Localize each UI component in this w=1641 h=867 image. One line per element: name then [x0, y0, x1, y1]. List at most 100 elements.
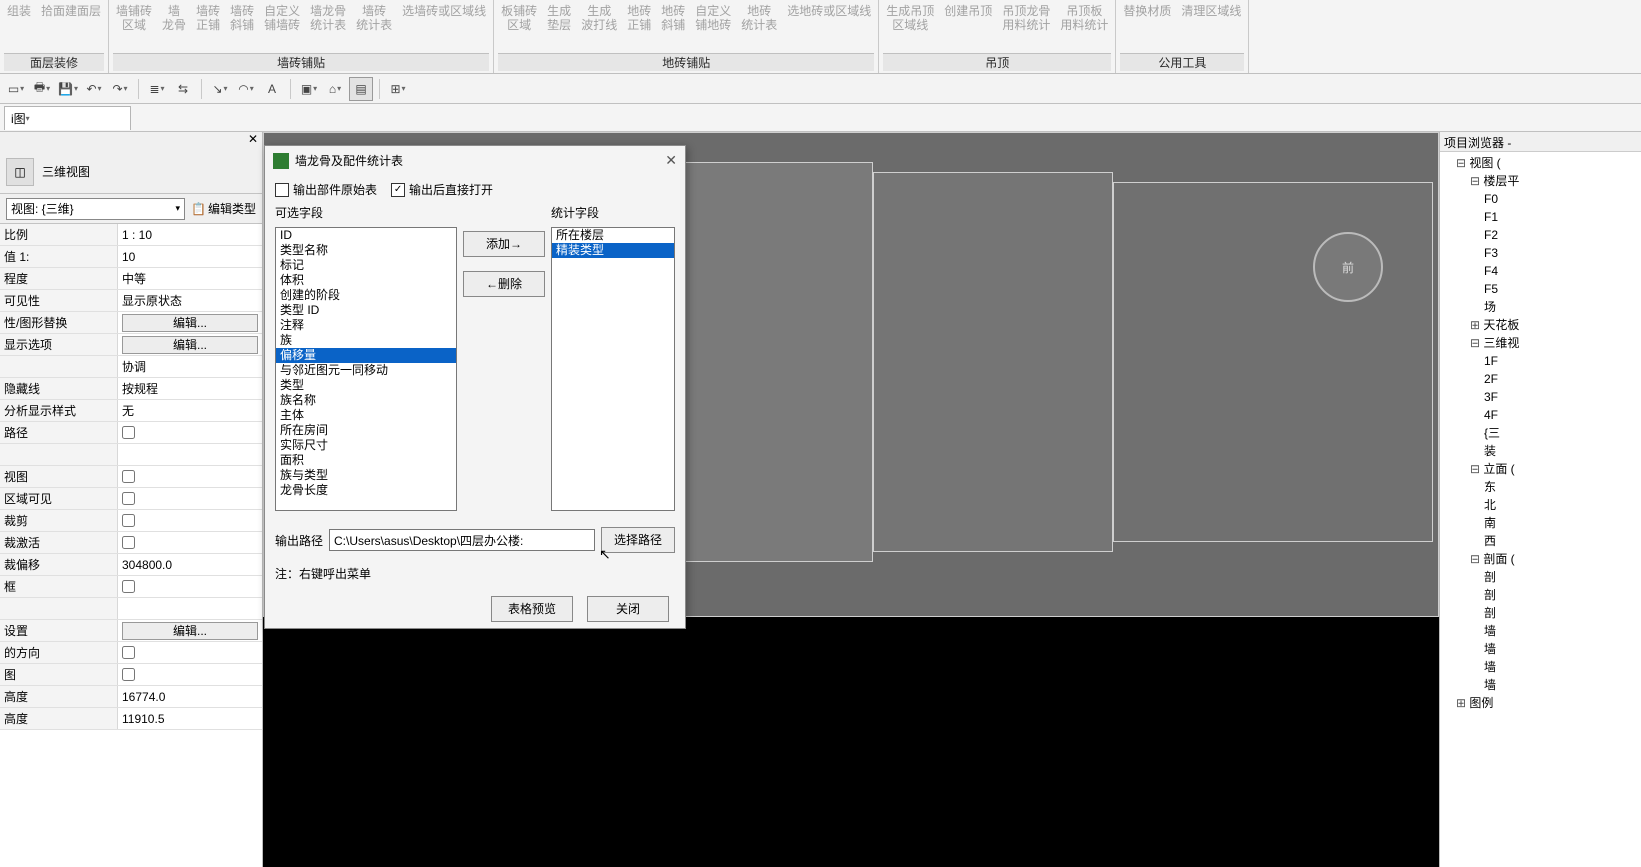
property-value[interactable]: 10 [118, 246, 262, 267]
list-item[interactable]: 所在楼层 [552, 228, 674, 243]
list-item[interactable]: 体积 [276, 273, 456, 288]
ribbon-btn[interactable]: 创建吊顶 [941, 2, 995, 20]
tree-node[interactable]: {三 [1440, 424, 1641, 442]
property-value[interactable] [118, 444, 262, 465]
list-item[interactable]: 注释 [276, 318, 456, 333]
qat-cube-icon[interactable]: ▣▾ [297, 77, 321, 101]
tree-node[interactable]: 东 [1440, 478, 1641, 496]
ribbon-btn[interactable]: 吊顶板 用料统计 [1057, 2, 1111, 35]
property-value[interactable] [118, 598, 262, 619]
remove-field-button[interactable]: ←删除 [463, 271, 545, 297]
ribbon-btn[interactable]: 清理区域线 [1178, 2, 1244, 20]
tree-node[interactable]: ⊞ 图例 [1440, 694, 1641, 712]
list-item[interactable]: 族 [276, 333, 456, 348]
list-item[interactable]: 族与类型 [276, 468, 456, 483]
tree-node[interactable]: 装 [1440, 442, 1641, 460]
qat-line-icon[interactable]: ↘▾ [208, 77, 232, 101]
ribbon-btn[interactable]: 生成 波打线 [578, 2, 620, 35]
property-value[interactable]: 16774.0 [118, 686, 262, 707]
listbox-available-fields[interactable]: ID类型名称标记体积创建的阶段类型 ID注释族偏移量与邻近图元一同移动类型族名称… [275, 227, 457, 511]
property-checkbox[interactable] [122, 580, 135, 593]
tree-node[interactable]: 墙 [1440, 622, 1641, 640]
qat-arc-icon[interactable]: ◠▾ [234, 77, 258, 101]
tree-node[interactable]: ⊟ 楼层平 [1440, 172, 1641, 190]
tree-node[interactable]: F0 [1440, 190, 1641, 208]
add-field-button[interactable]: 添加→ [463, 231, 545, 257]
qat-redo-icon[interactable]: ↷▾ [108, 77, 132, 101]
property-checkbox[interactable] [122, 514, 135, 527]
tree-node[interactable]: ⊞ 天花板 [1440, 316, 1641, 334]
ribbon-btn[interactable]: 地砖 统计表 [738, 2, 780, 35]
ribbon-btn[interactable]: 地砖 斜铺 [658, 2, 688, 35]
property-checkbox[interactable] [122, 536, 135, 549]
ribbon-btn[interactable]: 替换材质 [1120, 2, 1174, 20]
qat-select-icon[interactable]: ▭▾ [4, 77, 28, 101]
tree-node[interactable]: 墙 [1440, 658, 1641, 676]
tree-node[interactable]: 1F [1440, 352, 1641, 370]
qat-mod-icon[interactable]: ▤ [349, 77, 373, 101]
qat-text-icon[interactable]: A [260, 77, 284, 101]
ribbon-btn[interactable]: 组装 [4, 2, 34, 20]
steering-wheel-icon[interactable]: 前 [1313, 232, 1383, 302]
tree-node[interactable]: F4 [1440, 262, 1641, 280]
ribbon-btn[interactable]: 墙砖 正铺 [193, 2, 223, 35]
property-checkbox[interactable] [122, 492, 135, 505]
ribbon-btn[interactable]: 墙 龙骨 [159, 2, 189, 35]
tree-node[interactable]: 场 [1440, 298, 1641, 316]
qat-save-icon[interactable]: 💾▾ [56, 77, 80, 101]
edit-type-button[interactable]: 📋 编辑类型 [191, 200, 256, 217]
qat-split-icon[interactable]: ⇆ [171, 77, 195, 101]
ribbon-btn[interactable]: 选墙砖或区域线 [399, 2, 489, 20]
list-item[interactable]: 面积 [276, 453, 456, 468]
browse-path-button[interactable]: 选择路径 [601, 527, 675, 553]
property-checkbox[interactable] [122, 668, 135, 681]
close-button[interactable]: 关闭 [587, 596, 669, 622]
ribbon-btn[interactable]: 吊顶龙骨 用料统计 [999, 2, 1053, 35]
property-edit-button[interactable]: 编辑... [122, 336, 258, 354]
list-item[interactable]: 类型 ID [276, 303, 456, 318]
property-edit-button[interactable]: 编辑... [122, 622, 258, 640]
list-item[interactable]: 与邻近图元一同移动 [276, 363, 456, 378]
list-item[interactable]: 类型名称 [276, 243, 456, 258]
list-item[interactable]: 创建的阶段 [276, 288, 456, 303]
list-item[interactable]: 标记 [276, 258, 456, 273]
ribbon-btn[interactable]: 墙砖 斜铺 [227, 2, 257, 35]
ribbon-btn[interactable]: 板铺砖 区域 [498, 2, 540, 35]
dialog-close-icon[interactable]: ✕ [665, 152, 677, 169]
property-value[interactable]: 1 : 10 [118, 224, 262, 245]
list-item[interactable]: 精装类型 [552, 243, 674, 258]
ribbon-btn[interactable]: 生成 垫层 [544, 2, 574, 35]
ribbon-btn[interactable]: 墙龙骨 统计表 [307, 2, 349, 35]
list-item[interactable]: 龙骨长度 [276, 483, 456, 498]
property-checkbox[interactable] [122, 470, 135, 483]
ribbon-btn[interactable]: 地砖 正铺 [624, 2, 654, 35]
qat-sync-icon[interactable]: ≣▾ [145, 77, 169, 101]
list-item[interactable]: 主体 [276, 408, 456, 423]
checkbox-output-raw[interactable]: 输出部件原始表 [275, 181, 377, 198]
qat-undo-icon[interactable]: ↶▾ [82, 77, 106, 101]
tree-node[interactable]: 墙 [1440, 640, 1641, 658]
qat-filter-icon[interactable]: ⌂▾ [323, 77, 347, 101]
qat-print-icon[interactable]: 🖶▾ [30, 77, 54, 101]
preview-button[interactable]: 表格预览 [491, 596, 573, 622]
tree-node[interactable]: 北 [1440, 496, 1641, 514]
property-value[interactable]: 中等 [118, 268, 262, 289]
property-edit-button[interactable]: 编辑... [122, 314, 258, 332]
tree-node[interactable]: 剖 [1440, 604, 1641, 622]
property-value[interactable]: 304800.0 [118, 554, 262, 575]
tree-node[interactable]: 3F [1440, 388, 1641, 406]
output-path-input[interactable]: C:\Users\asus\Desktop\四层办公楼: [329, 529, 595, 551]
view-tab-active[interactable]: i图 ▾ [4, 106, 131, 130]
list-item[interactable]: 族名称 [276, 393, 456, 408]
tree-node[interactable]: 西 [1440, 532, 1641, 550]
qat-expand-icon[interactable]: ⊞▾ [386, 77, 410, 101]
ribbon-btn[interactable]: 墙铺砖 区域 [113, 2, 155, 35]
tree-node[interactable]: F2 [1440, 226, 1641, 244]
listbox-selected-fields[interactable]: 所在楼层精装类型 [551, 227, 675, 511]
list-item[interactable]: 偏移量 [276, 348, 456, 363]
tree-node[interactable]: ⊟ 三维视 [1440, 334, 1641, 352]
ribbon-btn[interactable]: 自定义 铺墙砖 [261, 2, 303, 35]
list-item[interactable]: 类型 [276, 378, 456, 393]
tree-node[interactable]: 墙 [1440, 676, 1641, 694]
checkbox-open-after[interactable]: ✓输出后直接打开 [391, 181, 493, 198]
